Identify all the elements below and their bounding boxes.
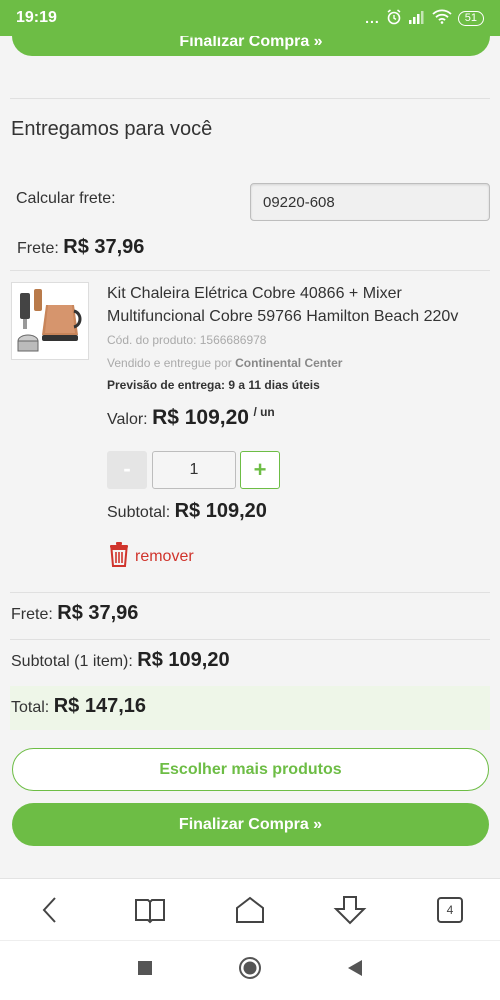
quantity-increase-button[interactable]: + xyxy=(240,451,280,489)
status-bar: 19:19 ... 51 xyxy=(0,0,500,36)
summary-shipping: Frete: R$ 37,96 xyxy=(11,602,138,625)
signal-icon xyxy=(408,10,426,27)
quantity-decrease-button[interactable]: - xyxy=(107,451,147,489)
choose-more-products-button[interactable]: Escolher mais produtos xyxy=(12,748,489,791)
shipping-value: R$ 37,96 xyxy=(63,236,145,258)
divider xyxy=(10,592,490,593)
summary-shipping-value: R$ 37,96 xyxy=(57,602,139,624)
system-back-icon[interactable] xyxy=(347,959,363,982)
shipping-cost: Frete: R$ 37,96 xyxy=(17,236,144,259)
calculate-shipping-label: Calcular frete: xyxy=(16,190,116,207)
unit-price: Valor: R$ 109,20 / un xyxy=(107,405,275,430)
trash-icon xyxy=(107,540,131,573)
status-time: 19:19 xyxy=(16,9,57,26)
total-label: Total: xyxy=(11,699,50,716)
home-icon[interactable] xyxy=(225,890,275,930)
product-code: Cód. do produto: 1566686978 xyxy=(107,333,267,347)
recents-icon[interactable] xyxy=(137,960,153,981)
price-unit: / un xyxy=(253,405,275,419)
summary-subtotal-value: R$ 109,20 xyxy=(137,649,230,671)
delivery-section-title: Entregamos para você xyxy=(11,118,213,140)
quantity-input[interactable]: 1 xyxy=(152,451,236,489)
status-icons: ... 51 xyxy=(365,8,484,28)
order-total: Total: R$ 147,16 xyxy=(10,686,490,730)
system-home-icon[interactable] xyxy=(238,956,262,985)
total-line: Total: R$ 147,16 xyxy=(11,695,146,718)
summary-subtotal: Subtotal (1 item): R$ 109,20 xyxy=(11,649,230,672)
divider xyxy=(10,98,490,99)
download-icon[interactable] xyxy=(325,890,375,930)
checkout-button[interactable]: Finalizar Compra » xyxy=(12,803,489,846)
cart-page: Finalizar Compra » Entregamos para você … xyxy=(0,36,500,878)
remove-item-button[interactable]: remover xyxy=(107,540,194,573)
product-name[interactable]: Kit Chaleira Elétrica Cobre 40866 + Mixe… xyxy=(107,282,492,328)
alarm-icon xyxy=(386,8,402,28)
back-icon[interactable] xyxy=(25,890,75,930)
sold-by: Vendido e entregue por Continental Cente… xyxy=(107,356,342,370)
total-value: R$ 147,16 xyxy=(53,695,146,717)
system-navigation-bar xyxy=(0,940,500,1000)
sold-by-prefix: Vendido e entregue por xyxy=(107,356,232,370)
top-checkout-button[interactable]: Finalizar Compra » xyxy=(12,36,490,56)
shipping-label: Frete: xyxy=(17,240,59,257)
item-subtotal: Subtotal: R$ 109,20 xyxy=(107,500,267,523)
price-label: Valor: xyxy=(107,411,148,428)
price-value: R$ 109,20 xyxy=(152,406,249,429)
battery-icon: 51 xyxy=(457,10,484,26)
divider xyxy=(10,639,490,640)
bookmarks-icon[interactable] xyxy=(125,890,175,930)
wifi-icon xyxy=(432,9,452,27)
more-dots-icon: ... xyxy=(365,10,380,26)
item-subtotal-value: R$ 109,20 xyxy=(174,500,267,522)
summary-subtotal-label: Subtotal (1 item): xyxy=(11,653,133,670)
tabs-count: 4 xyxy=(437,896,463,923)
delivery-estimate: Previsão de entrega: 9 a 11 dias úteis xyxy=(107,378,320,392)
remove-label: remover xyxy=(135,547,194,565)
browser-toolbar: 4 xyxy=(0,878,500,940)
product-thumbnail[interactable] xyxy=(11,282,89,360)
cep-input[interactable] xyxy=(250,183,490,221)
divider xyxy=(10,270,490,271)
item-subtotal-label: Subtotal: xyxy=(107,504,171,521)
seller-name: Continental Center xyxy=(235,356,343,370)
summary-shipping-label: Frete: xyxy=(11,606,53,623)
tabs-icon[interactable]: 4 xyxy=(425,890,475,930)
